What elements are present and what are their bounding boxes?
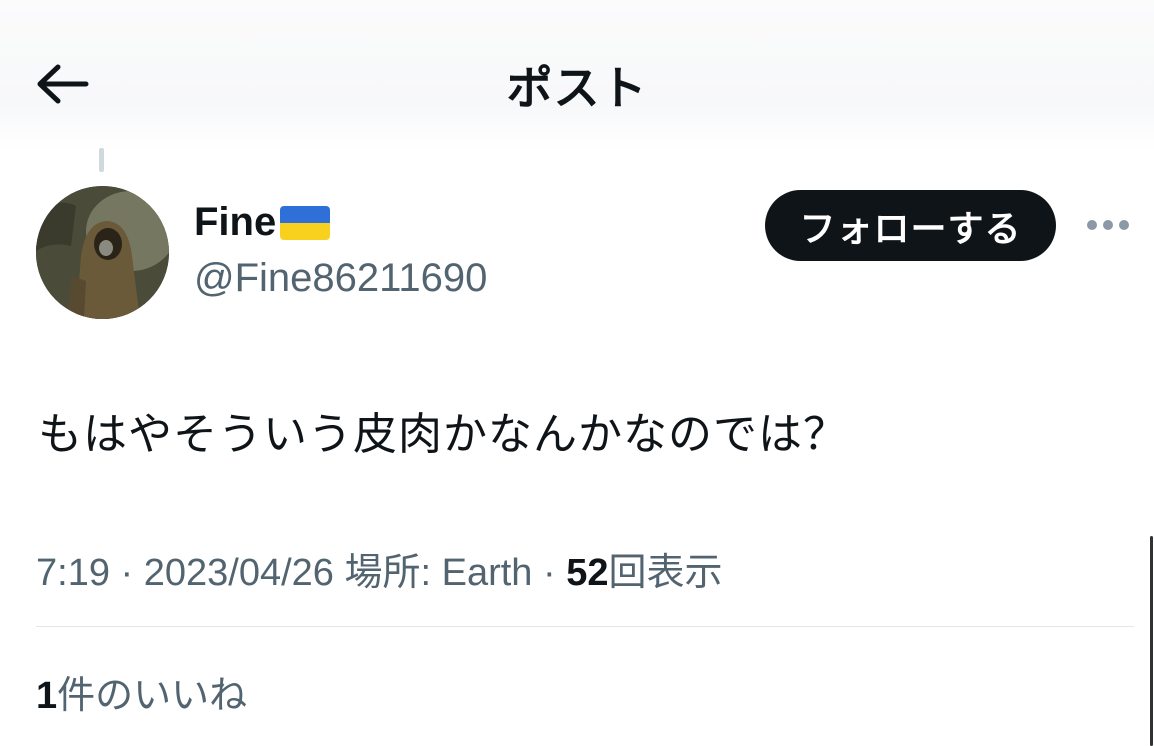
likes-count: 1 [36, 675, 58, 717]
more-dots-icon [1087, 220, 1129, 230]
scrollbar[interactable] [1150, 536, 1153, 746]
likes-link[interactable]: 1件のいいね [36, 664, 247, 719]
top-bar: ポスト [0, 0, 1154, 150]
views-count: 52 [566, 552, 609, 594]
meta-separator: · [532, 552, 567, 594]
post-meta: 7:19 · 2023/04/26 場所: Earth · 52回表示 [36, 541, 723, 596]
avatar[interactable] [36, 186, 169, 319]
avatar-image [36, 186, 169, 319]
post-text: もはやそういう皮肉かなんかなのでは？ [38, 410, 848, 459]
more-options-button[interactable] [1083, 206, 1133, 244]
likes-label: 件のいいね [57, 675, 248, 717]
post-date[interactable]: 2023/04/26 [144, 552, 334, 594]
author-display-name[interactable]: Fine [194, 200, 276, 245]
meta-separator: · [109, 552, 144, 594]
follow-button[interactable]: フォローする [765, 190, 1056, 261]
divider [36, 626, 1134, 627]
author-display-name-row[interactable]: Fine [194, 200, 331, 245]
page-title: ポスト [506, 62, 648, 114]
ukraine-flag-icon [280, 205, 331, 240]
post-time[interactable]: 7:19 [36, 552, 110, 594]
post-location: 場所: Earth [344, 552, 533, 594]
views-label: 回表示 [608, 552, 723, 594]
author-handle[interactable]: @Fine86211690 [194, 256, 487, 301]
thread-connector-line [99, 148, 104, 172]
